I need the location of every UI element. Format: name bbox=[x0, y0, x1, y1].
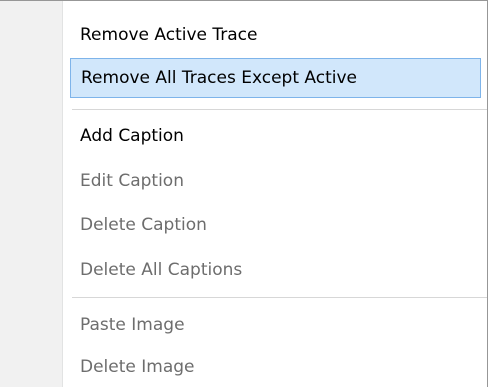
context-menu: Remove Active Trace Remove All Traces Ex… bbox=[0, 0, 488, 387]
menu-item-remove-all-traces-except-active[interactable]: Remove All Traces Except Active bbox=[70, 58, 481, 98]
menu-item-delete-caption[interactable]: Delete Caption bbox=[70, 205, 481, 245]
menu-item-paste-image[interactable]: Paste Image bbox=[70, 305, 481, 345]
menu-icon-gutter bbox=[0, 1, 63, 387]
menu-separator bbox=[72, 297, 487, 299]
menu-separator bbox=[72, 109, 487, 111]
menu-item-remove-active-trace[interactable]: Remove Active Trace bbox=[70, 15, 481, 55]
menu-item-add-caption[interactable]: Add Caption bbox=[70, 116, 481, 156]
menu-item-edit-caption[interactable]: Edit Caption bbox=[70, 161, 481, 201]
menu-item-delete-image[interactable]: Delete Image bbox=[70, 347, 481, 387]
menu-item-delete-all-captions[interactable]: Delete All Captions bbox=[70, 250, 481, 290]
